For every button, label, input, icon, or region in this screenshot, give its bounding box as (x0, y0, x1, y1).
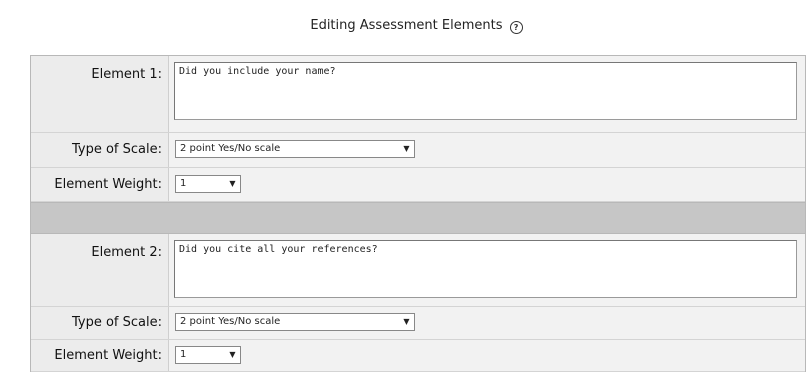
element-1-scale-select[interactable]: 2 point Yes/No scale ▼ (175, 140, 415, 158)
page-title-bar: Editing Assessment Elements ? (0, 18, 807, 34)
element-2-textarea[interactable]: Did you cite all your references? (174, 240, 797, 298)
element-2-weight-row: Element Weight: 1 ▼ (31, 340, 805, 372)
element-1-scale-row: Type of Scale: 2 point Yes/No scale ▼ (31, 133, 805, 168)
element-1-label: Element 1: (31, 56, 169, 132)
help-icon[interactable]: ? (509, 21, 523, 34)
chevron-down-icon[interactable]: ▼ (227, 348, 238, 362)
chevron-down-icon[interactable]: ▼ (401, 315, 412, 329)
element-2-scale-cell: 2 point Yes/No scale ▼ (169, 307, 805, 339)
element-1-weight-label: Element Weight: (31, 168, 169, 201)
element-2-weight-value: 1 (180, 349, 187, 360)
element-1-row: Element 1: Did you include your name? (31, 55, 805, 133)
element-2-row: Element 2: Did you cite all your referen… (31, 234, 805, 307)
element-2-scale-label: Type of Scale: (31, 307, 169, 339)
element-separator (31, 202, 805, 234)
element-2-weight-select[interactable]: 1 ▼ (175, 346, 241, 364)
element-2-weight-cell: 1 ▼ (169, 340, 805, 371)
page-title: Editing Assessment Elements (310, 18, 503, 33)
element-2-scale-row: Type of Scale: 2 point Yes/No scale ▼ (31, 307, 805, 340)
element-1-scale-label: Type of Scale: (31, 133, 169, 167)
element-1-scale-cell: 2 point Yes/No scale ▼ (169, 133, 805, 167)
page: Editing Assessment Elements ? Element 1:… (0, 0, 807, 383)
element-1-scale-value: 2 point Yes/No scale (180, 143, 281, 154)
element-1-weight-value: 1 (180, 178, 187, 189)
element-2-scale-select[interactable]: 2 point Yes/No scale ▼ (175, 313, 415, 331)
element-1-textarea[interactable]: Did you include your name? (174, 62, 797, 120)
assessment-elements-table: Element 1: Did you include your name? Ty… (30, 55, 806, 372)
element-1-weight-select[interactable]: 1 ▼ (175, 175, 241, 193)
chevron-down-icon[interactable]: ▼ (401, 142, 412, 156)
element-2-label: Element 2: (31, 234, 169, 306)
element-1-cell: Did you include your name? (169, 56, 805, 132)
element-1-weight-cell: 1 ▼ (169, 168, 805, 201)
element-1-weight-row: Element Weight: 1 ▼ (31, 168, 805, 202)
element-2-scale-value: 2 point Yes/No scale (180, 316, 281, 327)
element-2-weight-label: Element Weight: (31, 340, 169, 371)
chevron-down-icon[interactable]: ▼ (227, 177, 238, 191)
element-2-cell: Did you cite all your references? (169, 234, 805, 306)
